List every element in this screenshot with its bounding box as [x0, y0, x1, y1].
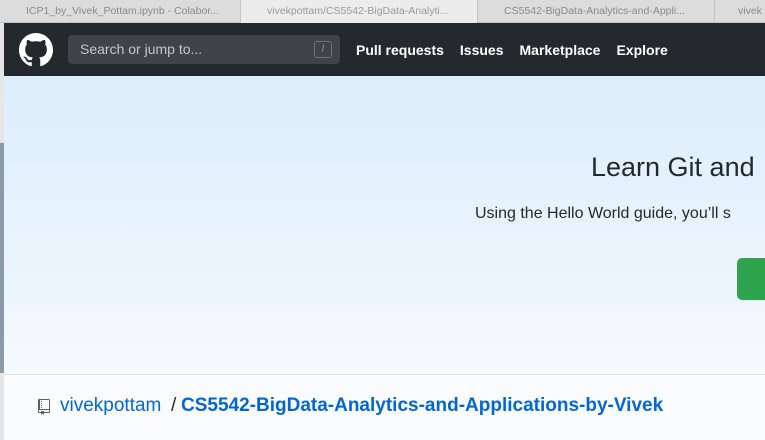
browser-tab-repo-2[interactable]: CS5542-BigData-Analytics-and-Appli...: [478, 0, 715, 23]
repo-icon: [38, 399, 50, 415]
browser-tab-strip: ICP1_by_Vivek_Pottam.ipynb - Colabor... …: [0, 0, 765, 23]
header-nav: Pull requests Issues Marketplace Explore: [356, 23, 684, 76]
repo-header: vivekpottam / CS5542-BigData-Analytics-a…: [4, 375, 765, 440]
nav-explore[interactable]: Explore: [616, 42, 667, 58]
banner-subtitle: Using the Hello World guide, you’ll s: [475, 205, 731, 222]
search-input[interactable]: Search or jump to... /: [68, 35, 340, 64]
github-header: Search or jump to... / Pull requests Iss…: [4, 23, 765, 76]
repo-path-separator: /: [171, 395, 177, 416]
search-shortcut-key: /: [314, 41, 332, 58]
nav-marketplace[interactable]: Marketplace: [520, 42, 601, 58]
tab-label: vivekpottam/CS5542-BigData-Analyti...: [267, 5, 449, 17]
read-guide-button[interactable]: [737, 258, 765, 300]
nav-issues[interactable]: Issues: [460, 42, 504, 58]
browser-tab-github-repo[interactable]: vivekpottam/CS5542-BigData-Analyti...: [241, 0, 478, 23]
banner-title: Learn Git and: [591, 152, 755, 182]
repo-owner-link[interactable]: vivekpottam: [60, 395, 161, 417]
browser-tab-colab[interactable]: ICP1_by_Vivek_Pottam.ipynb - Colabor...: [0, 0, 241, 23]
tab-label: vivek: [738, 5, 762, 17]
tab-label: CS5542-BigData-Analytics-and-Appli...: [504, 5, 685, 17]
github-octocat-icon[interactable]: [19, 33, 53, 67]
search-placeholder: Search or jump to...: [80, 41, 203, 57]
repo-name-link[interactable]: CS5542-BigData-Analytics-and-Application…: [181, 395, 663, 417]
browser-tab-vivek[interactable]: vivek: [715, 0, 765, 23]
nav-pull-requests[interactable]: Pull requests: [356, 42, 444, 58]
tab-label: ICP1_by_Vivek_Pottam.ipynb - Colabor...: [26, 5, 219, 17]
learn-git-banner: Learn Git and Using the Hello World guid…: [4, 76, 765, 374]
